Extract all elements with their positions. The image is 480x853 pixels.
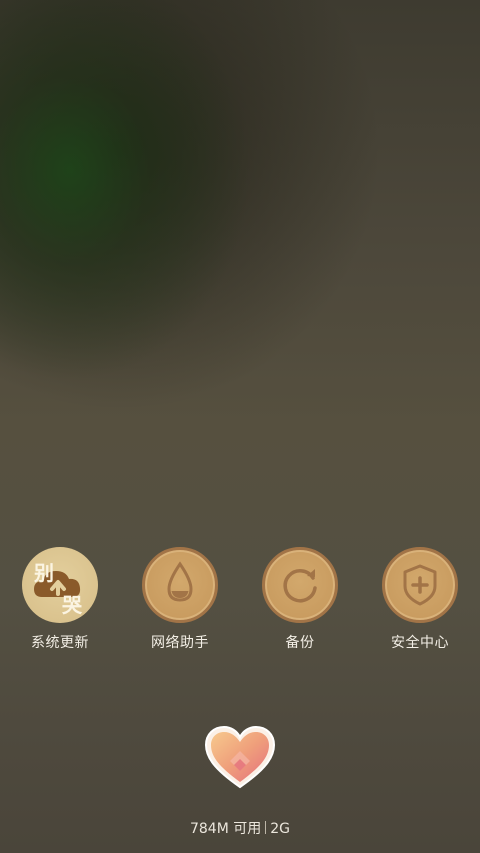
network-assistant-label: 网络助手 (151, 635, 209, 651)
memory-cleaner-heart-button[interactable] (204, 725, 276, 791)
memory-available: 784M 可用 (189, 821, 262, 837)
heart-icon (204, 725, 276, 789)
security-center-shortcut[interactable]: 安全中心 (360, 547, 480, 657)
decoration-char-2: 哭 (62, 593, 82, 617)
backup-shortcut[interactable]: 备份 (240, 547, 360, 657)
system-update-shortcut[interactable]: 别 哭 系统更新 (0, 547, 120, 657)
decoration-char-1: 别 (34, 561, 54, 585)
memory-total: 2G (270, 821, 291, 837)
network-assistant-icon-bg (142, 547, 218, 623)
refresh-arrow-icon (283, 569, 317, 603)
water-drop-icon (167, 561, 193, 602)
security-center-label: 安全中心 (391, 635, 449, 651)
network-assistant-shortcut[interactable]: 网络助手 (120, 547, 240, 657)
backup-label: 备份 (285, 635, 315, 651)
memory-status: 784M 可用 2G (0, 818, 480, 838)
shield-plus-icon (403, 564, 437, 606)
system-update-icon-bg: 别 哭 (22, 547, 98, 623)
memory-divider (265, 821, 267, 834)
system-update-label: 系统更新 (31, 635, 89, 651)
shortcut-dock: 别 哭 系统更新 网络助手 备份 安全中心 (0, 547, 480, 657)
security-center-icon-bg (382, 547, 458, 623)
backup-icon-bg (262, 547, 338, 623)
